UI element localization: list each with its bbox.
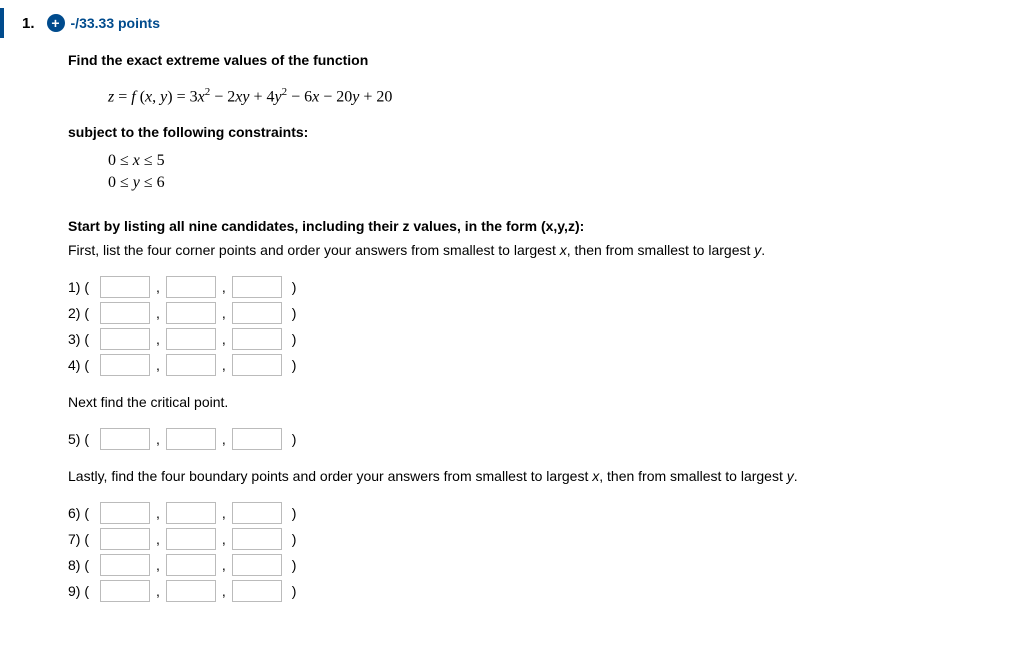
input-1-z[interactable]	[232, 276, 282, 298]
close-paren: )	[282, 357, 299, 373]
row-label: 6) (	[68, 505, 100, 521]
question-header: 1. + -/33.33 points	[0, 8, 1024, 38]
row-label: 2) (	[68, 305, 100, 321]
answer-row-6: 6) ( , , )	[68, 502, 1004, 524]
comma: ,	[216, 305, 232, 321]
comma: ,	[216, 531, 232, 547]
answer-row-9: 9) ( , , )	[68, 580, 1004, 602]
close-paren: )	[282, 531, 299, 547]
answer-row-2: 2) ( , , )	[68, 302, 1004, 324]
close-paren: )	[282, 431, 299, 447]
question-body: Find the exact extreme values of the fun…	[0, 52, 1024, 602]
close-paren: )	[282, 583, 299, 599]
input-9-y[interactable]	[166, 580, 216, 602]
input-6-z[interactable]	[232, 502, 282, 524]
input-8-x[interactable]	[100, 554, 150, 576]
answer-row-1: 1) ( , , )	[68, 276, 1004, 298]
comma: ,	[150, 331, 166, 347]
comma: ,	[216, 505, 232, 521]
input-6-y[interactable]	[166, 502, 216, 524]
input-5-x[interactable]	[100, 428, 150, 450]
comma: ,	[150, 305, 166, 321]
comma: ,	[216, 583, 232, 599]
input-3-z[interactable]	[232, 328, 282, 350]
input-5-y[interactable]	[166, 428, 216, 450]
row-label: 1) (	[68, 279, 100, 295]
comma: ,	[150, 279, 166, 295]
close-paren: )	[282, 279, 299, 295]
comma: ,	[150, 557, 166, 573]
row-label: 4) (	[68, 357, 100, 373]
row-label: 8) (	[68, 557, 100, 573]
comma: ,	[150, 531, 166, 547]
equation: z = f (x, y) = 3x2 − 2xy + 4y2 − 6x − 20…	[68, 76, 1004, 116]
prompt-line-2: subject to the following constraints:	[68, 124, 1004, 140]
prompt-line-1: Find the exact extreme values of the fun…	[68, 52, 1004, 68]
constraint-1: 0 ≤ x ≤ 5	[68, 148, 1004, 172]
answer-row-7: 7) ( , , )	[68, 528, 1004, 550]
input-8-z[interactable]	[232, 554, 282, 576]
row-label: 3) (	[68, 331, 100, 347]
prompt-line-6: Lastly, find the four boundary points an…	[68, 468, 1004, 484]
input-5-z[interactable]	[232, 428, 282, 450]
input-7-z[interactable]	[232, 528, 282, 550]
answer-row-3: 3) ( , , )	[68, 328, 1004, 350]
prompt-line-4: First, list the four corner points and o…	[68, 242, 1004, 258]
plus-icon[interactable]: +	[47, 14, 65, 32]
input-9-z[interactable]	[232, 580, 282, 602]
row-label: 7) (	[68, 531, 100, 547]
input-7-x[interactable]	[100, 528, 150, 550]
input-3-x[interactable]	[100, 328, 150, 350]
comma: ,	[216, 557, 232, 573]
input-8-y[interactable]	[166, 554, 216, 576]
close-paren: )	[282, 557, 299, 573]
input-4-y[interactable]	[166, 354, 216, 376]
question-number: 1.	[22, 15, 35, 32]
input-4-z[interactable]	[232, 354, 282, 376]
input-6-x[interactable]	[100, 502, 150, 524]
input-2-y[interactable]	[166, 302, 216, 324]
answer-row-5: 5) ( , , )	[68, 428, 1004, 450]
input-1-y[interactable]	[166, 276, 216, 298]
comma: ,	[150, 431, 166, 447]
comma: ,	[150, 505, 166, 521]
answer-row-4: 4) ( , , )	[68, 354, 1004, 376]
comma: ,	[150, 357, 166, 373]
input-1-x[interactable]	[100, 276, 150, 298]
row-label: 9) (	[68, 583, 100, 599]
comma: ,	[216, 431, 232, 447]
input-7-y[interactable]	[166, 528, 216, 550]
prompt-line-3: Start by listing all nine candidates, in…	[68, 218, 1004, 234]
input-2-z[interactable]	[232, 302, 282, 324]
points-label: -/33.33 points	[71, 15, 160, 31]
input-9-x[interactable]	[100, 580, 150, 602]
input-2-x[interactable]	[100, 302, 150, 324]
prompt-line-5: Next find the critical point.	[68, 394, 1004, 410]
input-4-x[interactable]	[100, 354, 150, 376]
comma: ,	[150, 583, 166, 599]
answer-row-8: 8) ( , , )	[68, 554, 1004, 576]
comma: ,	[216, 357, 232, 373]
constraint-2: 0 ≤ y ≤ 6	[68, 172, 1004, 200]
close-paren: )	[282, 505, 299, 521]
comma: ,	[216, 331, 232, 347]
comma: ,	[216, 279, 232, 295]
close-paren: )	[282, 331, 299, 347]
close-paren: )	[282, 305, 299, 321]
row-label: 5) (	[68, 431, 100, 447]
input-3-y[interactable]	[166, 328, 216, 350]
